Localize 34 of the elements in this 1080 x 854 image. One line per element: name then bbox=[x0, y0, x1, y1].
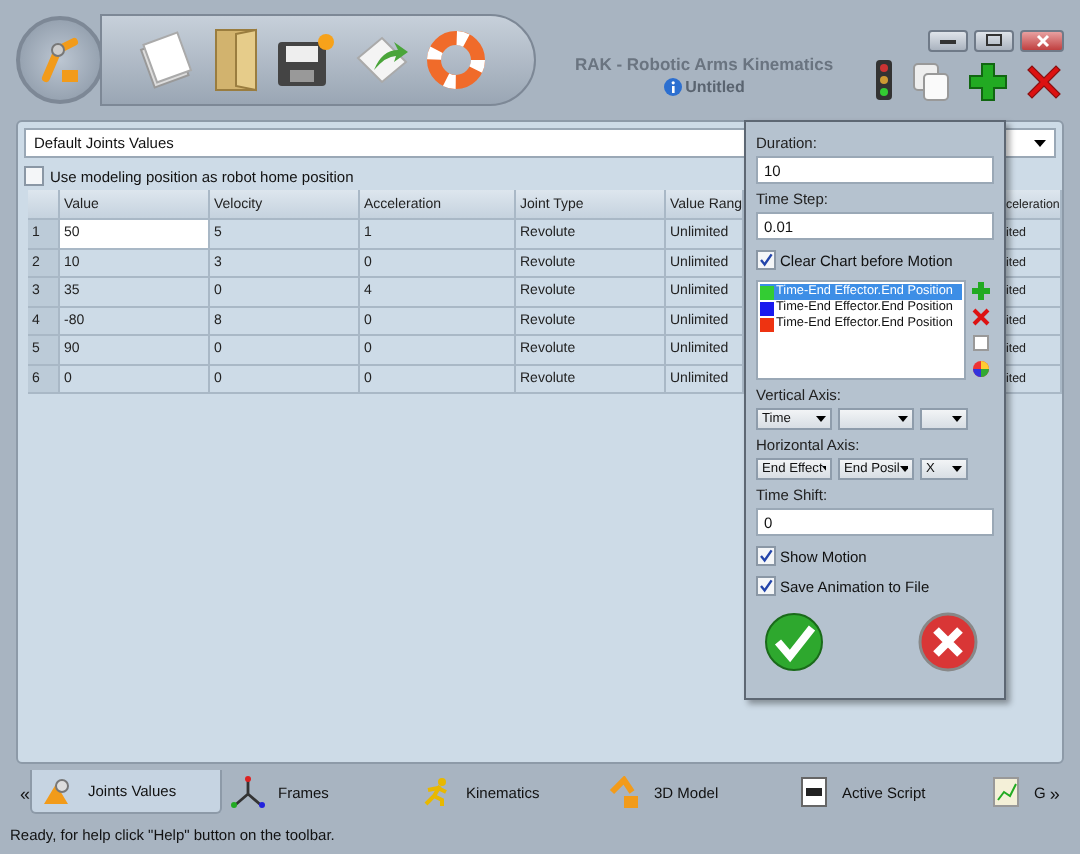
new-document-icon[interactable] bbox=[134, 30, 198, 90]
window-title: RAK - Robotic Arms Kinematics bbox=[574, 53, 834, 73]
chart-document-icon bbox=[990, 776, 1023, 808]
checkbox[interactable] bbox=[756, 250, 776, 270]
minimize-icon bbox=[940, 37, 956, 43]
close-button[interactable] bbox=[1020, 29, 1064, 51]
info-icon bbox=[663, 77, 682, 95]
robot-arm-icon bbox=[606, 776, 643, 808]
table-corner bbox=[28, 190, 60, 220]
axes-icon bbox=[230, 776, 267, 808]
restore-button[interactable] bbox=[974, 29, 1014, 51]
checkbox[interactable] bbox=[756, 546, 776, 566]
close-icon[interactable] bbox=[1024, 61, 1064, 101]
checkbox[interactable] bbox=[24, 166, 44, 186]
scroll-left-button[interactable]: « bbox=[20, 784, 31, 814]
axis-dropdown[interactable] bbox=[920, 408, 968, 430]
document-name: Untitled bbox=[685, 77, 745, 95]
traffic-light-icon[interactable] bbox=[872, 59, 896, 103]
checkbox[interactable] bbox=[756, 576, 776, 596]
color-wheel-icon[interactable] bbox=[972, 360, 990, 378]
page-icon[interactable] bbox=[972, 334, 990, 352]
folder-icon[interactable] bbox=[210, 26, 262, 94]
copy-documents-icon[interactable] bbox=[912, 61, 952, 101]
close-icon bbox=[1035, 33, 1049, 47]
plus-icon[interactable] bbox=[968, 61, 1008, 101]
lifebuoy-icon[interactable] bbox=[426, 30, 486, 90]
floppy-disk-icon[interactable] bbox=[274, 30, 338, 90]
restore-icon bbox=[986, 34, 1002, 46]
script-icon bbox=[798, 776, 831, 808]
scroll-right-button[interactable]: » bbox=[1049, 784, 1060, 814]
delete-icon[interactable] bbox=[972, 308, 990, 326]
confirm-button[interactable] bbox=[764, 612, 824, 672]
cancel-button[interactable] bbox=[918, 612, 978, 672]
minimize-button[interactable] bbox=[928, 29, 968, 51]
